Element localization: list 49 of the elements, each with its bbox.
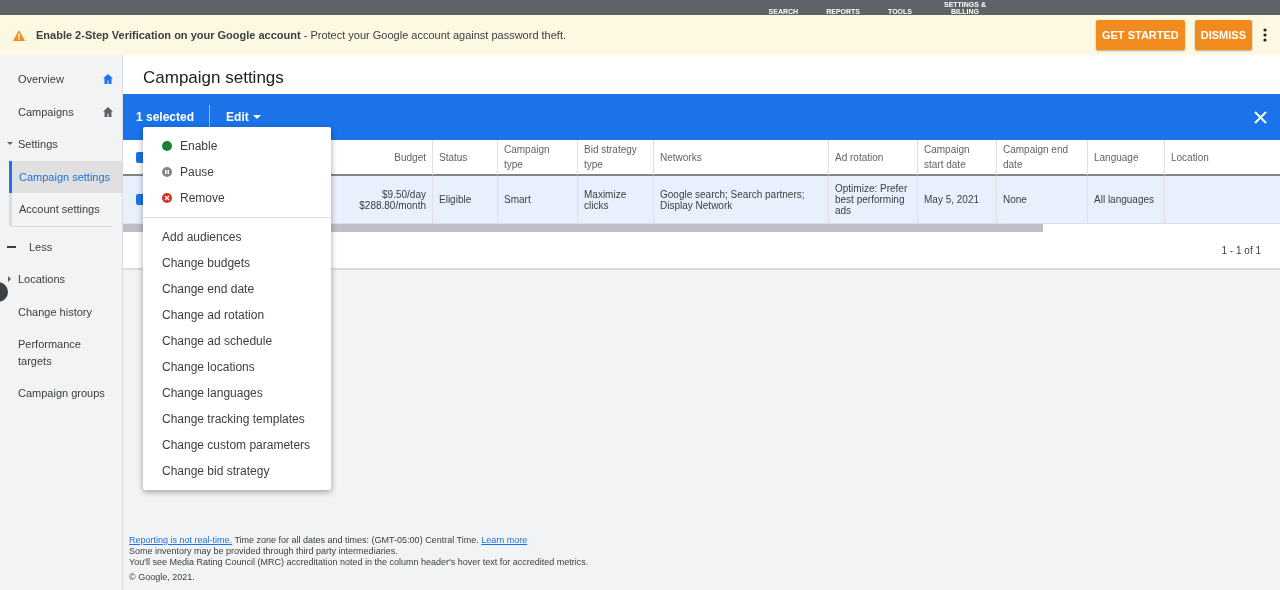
table-cell: All languages xyxy=(1094,194,1155,205)
menu-item[interactable]: Change ad schedule xyxy=(143,328,331,354)
table-cell: May 5, 2021 xyxy=(924,194,980,205)
table-cell-text: Google search; Search partners; Display Network xyxy=(660,188,806,211)
footer-text: Reporting is not real-time. Time zone for all dates and times: (GMT-05:00) Central Time. Learn more xyxy=(128,535,529,546)
close-icon xyxy=(1254,110,1267,124)
home-icon xyxy=(102,105,114,118)
pagination-text: 1 - 1 of 1 xyxy=(1221,243,1261,258)
menu-item[interactable]: Change languages xyxy=(143,380,331,406)
home-icon xyxy=(102,73,114,86)
edit-button[interactable]: Edit xyxy=(225,107,262,127)
menu-item[interactable]: Enable xyxy=(143,133,331,159)
menu-item[interactable]: Change tracking templates xyxy=(143,406,331,432)
warning-icon xyxy=(12,28,26,42)
menu-item[interactable]: Change locations xyxy=(143,354,331,380)
minus-icon xyxy=(7,245,16,248)
sidebar-item[interactable]: Campaigns xyxy=(18,103,102,120)
sidebar-item[interactable]: Change history xyxy=(18,303,114,320)
sidebar-item[interactable]: Settings xyxy=(18,136,114,153)
sidebar-item[interactable]: Campaign groups xyxy=(18,385,114,402)
menu-item[interactable]: Add audiences xyxy=(143,224,331,250)
menu-item[interactable]: Change bid strategy xyxy=(143,458,331,484)
menu-item[interactable]: Change budgets xyxy=(143,250,331,276)
sidebar-item[interactable]: Locations xyxy=(18,271,114,288)
copyright-text: © Google, 2021. xyxy=(128,572,196,583)
footer-link[interactable]: Learn more xyxy=(481,535,528,545)
table-cell: Smart xyxy=(504,194,531,205)
sidebar-item[interactable]: Performance targets xyxy=(18,336,114,369)
table-cell: Eligible xyxy=(439,194,472,205)
banner-message: Enable 2-Step Verification on your Google account - Protect your Google account against password theft. xyxy=(36,27,568,43)
menu-item[interactable]: Pause xyxy=(143,159,331,185)
menu-item[interactable]: Change end date xyxy=(143,276,331,302)
caret-down-icon xyxy=(252,115,261,119)
sidebar-item[interactable]: Overview xyxy=(18,71,102,88)
selection-count: 1 selected xyxy=(136,109,195,126)
table-cell: $9.50/day $288.80/month xyxy=(359,188,426,211)
sidebar-item[interactable]: Less xyxy=(29,238,114,255)
menu-item[interactable]: Change custom parameters xyxy=(143,432,331,458)
sidebar-item[interactable]: Campaign settings xyxy=(9,160,122,193)
page-title: Campaign settings xyxy=(123,55,1280,94)
footer-text: Some inventory may be provided through third party intermediaries. xyxy=(128,546,399,557)
table-cell-text: Maximize clicks xyxy=(584,188,628,211)
table-cell: None xyxy=(1003,194,1027,205)
table-cell-text: Optimize: Prefer best performing ads xyxy=(835,183,909,216)
menu-item[interactable]: Remove xyxy=(143,185,331,211)
footer-text: You'll see Media Rating Council (MRC) accreditation noted in the column header's hover text for accredited metrics. xyxy=(128,557,590,568)
footer-link[interactable]: Reporting is not real-time. xyxy=(129,535,233,545)
menu-item[interactable]: Change ad rotation xyxy=(143,302,331,328)
more-icon xyxy=(1262,27,1268,43)
